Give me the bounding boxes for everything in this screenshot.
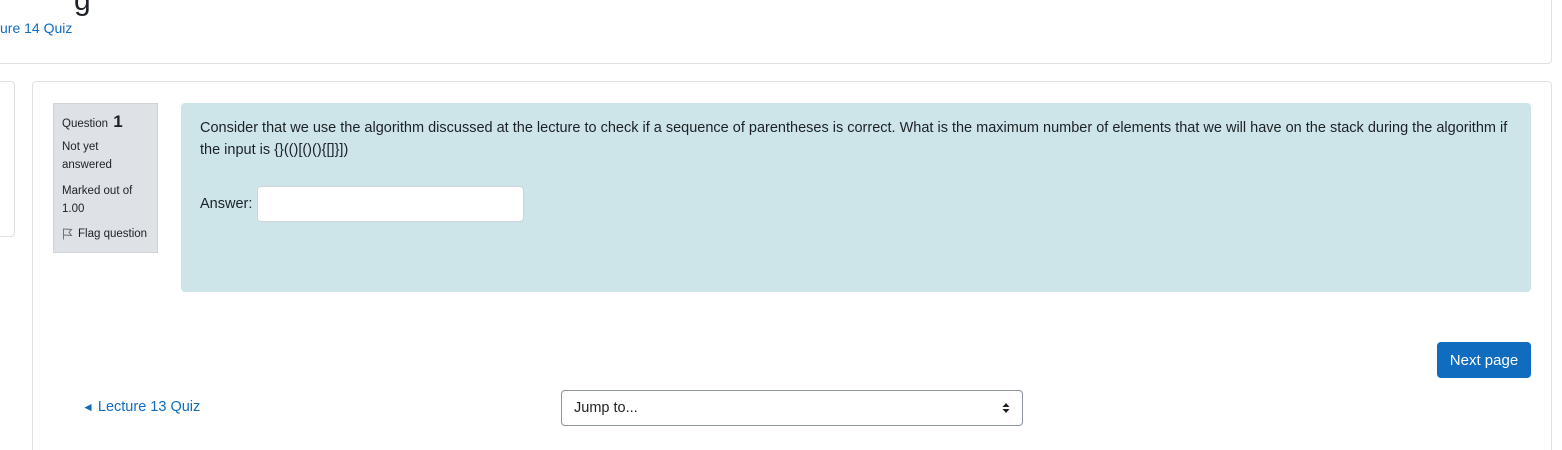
flag-icon — [63, 228, 73, 240]
breadcrumb-quiz-link[interactable]: ure 14 Quiz — [0, 20, 72, 36]
jump-to-select[interactable]: Jump to... — [561, 390, 1023, 426]
previous-arrow-icon: ◄ — [82, 400, 94, 414]
flag-question-label: Flag question — [78, 228, 148, 240]
next-page-button[interactable]: Next page — [1437, 342, 1531, 378]
question-text: Consider that we use the algorithm discu… — [200, 120, 1508, 158]
answer-label: Answer: — [200, 196, 253, 212]
left-drawer-card — [0, 81, 15, 237]
select-updown-icon — [1002, 403, 1010, 413]
previous-activity-link[interactable]: ◄ Lecture 13 Quiz — [82, 399, 200, 415]
quiz-page: g ure 14 Quiz Question 1 Not yet answere… — [0, 0, 1562, 450]
question-state: Not yet answered — [62, 141, 112, 171]
previous-activity-label: Lecture 13 Quiz — [97, 399, 201, 415]
question-number: Question 1 — [62, 112, 149, 134]
jump-to-selected-value: Jump to... — [574, 400, 638, 416]
question-content: Consider that we use the algorithm discu… — [181, 103, 1531, 292]
question-number-value: 1 — [113, 112, 123, 131]
page-title: g — [74, 0, 92, 17]
answer-input[interactable] — [257, 186, 525, 222]
question-grade: Marked out of 1.00 — [62, 185, 133, 215]
answer-row: Answer: — [200, 186, 525, 222]
page-header-card — [0, 0, 1552, 64]
question-info-box: Question 1 Not yet answered Marked out o… — [53, 103, 158, 253]
flag-question-toggle[interactable]: Flag question — [62, 226, 149, 242]
question-number-label: Question — [62, 118, 109, 130]
